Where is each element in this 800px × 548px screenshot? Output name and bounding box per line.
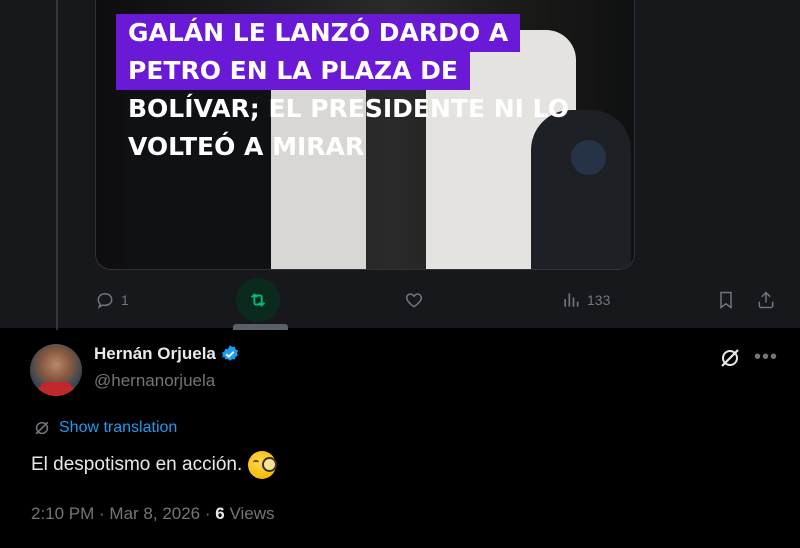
analytics-icon (564, 293, 579, 307)
headline-line: GALÁN LE LANZÓ DARDO A (116, 14, 521, 52)
author-handle[interactable]: @hernanorjuela (94, 371, 215, 391)
meta-separator: · (200, 504, 216, 523)
bookmark-icon (720, 291, 732, 309)
thread-connector-line (56, 0, 58, 330)
like-button[interactable] (404, 280, 424, 320)
tweet-text: El despotismo en acción. (31, 451, 278, 479)
share-icon (758, 291, 774, 309)
tweet-text-content: El despotismo en acción. (31, 454, 243, 475)
face-with-monocle-icon (248, 451, 278, 479)
reply-button[interactable]: 1 (95, 280, 129, 320)
views-count: 133 (587, 292, 611, 308)
repost-button[interactable] (236, 278, 280, 322)
author-name[interactable]: Hernán Orjuela (94, 344, 216, 364)
show-translation-link[interactable]: Show translation (32, 418, 177, 438)
translate-icon (35, 421, 49, 435)
tweet-time[interactable]: 2:10 PM (31, 504, 94, 523)
headline-line: BOLÍVAR; EL PRESIDENTE NI LO (128, 94, 569, 123)
share-button[interactable] (756, 280, 776, 320)
author-name-row: Hernán Orjuela (94, 344, 240, 364)
verified-badge-icon (221, 345, 238, 361)
avatar[interactable] (30, 344, 82, 396)
reply-icon (97, 292, 113, 309)
media-headline: GALÁN LE LANZÓ DARDO A PETRO EN LA PLAZA… (116, 14, 581, 166)
meta-separator: · (94, 504, 110, 523)
views-label: Views (224, 504, 275, 523)
previous-tweet: GALÁN LE LANZÓ DARDO A PETRO EN LA PLAZA… (0, 0, 800, 330)
tweet-date[interactable]: Mar 8, 2026 (109, 504, 200, 523)
show-translation-label: Show translation (59, 419, 178, 436)
repost-icon (250, 293, 266, 307)
headline-line: VOLTEÓ A MIRAR (128, 132, 365, 161)
bookmark-button[interactable] (716, 280, 736, 320)
tweet-actions-bar: 1 133 (95, 278, 785, 322)
views-number: 6 (215, 504, 225, 523)
tweet-meta: 2:10 PM · Mar 8, 2026 · 6 Views (31, 504, 275, 524)
headline-line: PETRO EN LA PLAZA DE (116, 52, 470, 90)
heart-icon (405, 293, 423, 308)
more-options-icon[interactable]: ••• (754, 346, 778, 369)
tweet-media-image[interactable]: GALÁN LE LANZÓ DARDO A PETRO EN LA PLAZA… (95, 0, 635, 270)
focused-tweet: Hernán Orjuela @hernanorjuela ••• Show t… (0, 330, 800, 548)
views-button[interactable]: 133 (561, 280, 610, 320)
grok-icon[interactable] (718, 346, 742, 370)
reply-count: 1 (121, 292, 129, 308)
